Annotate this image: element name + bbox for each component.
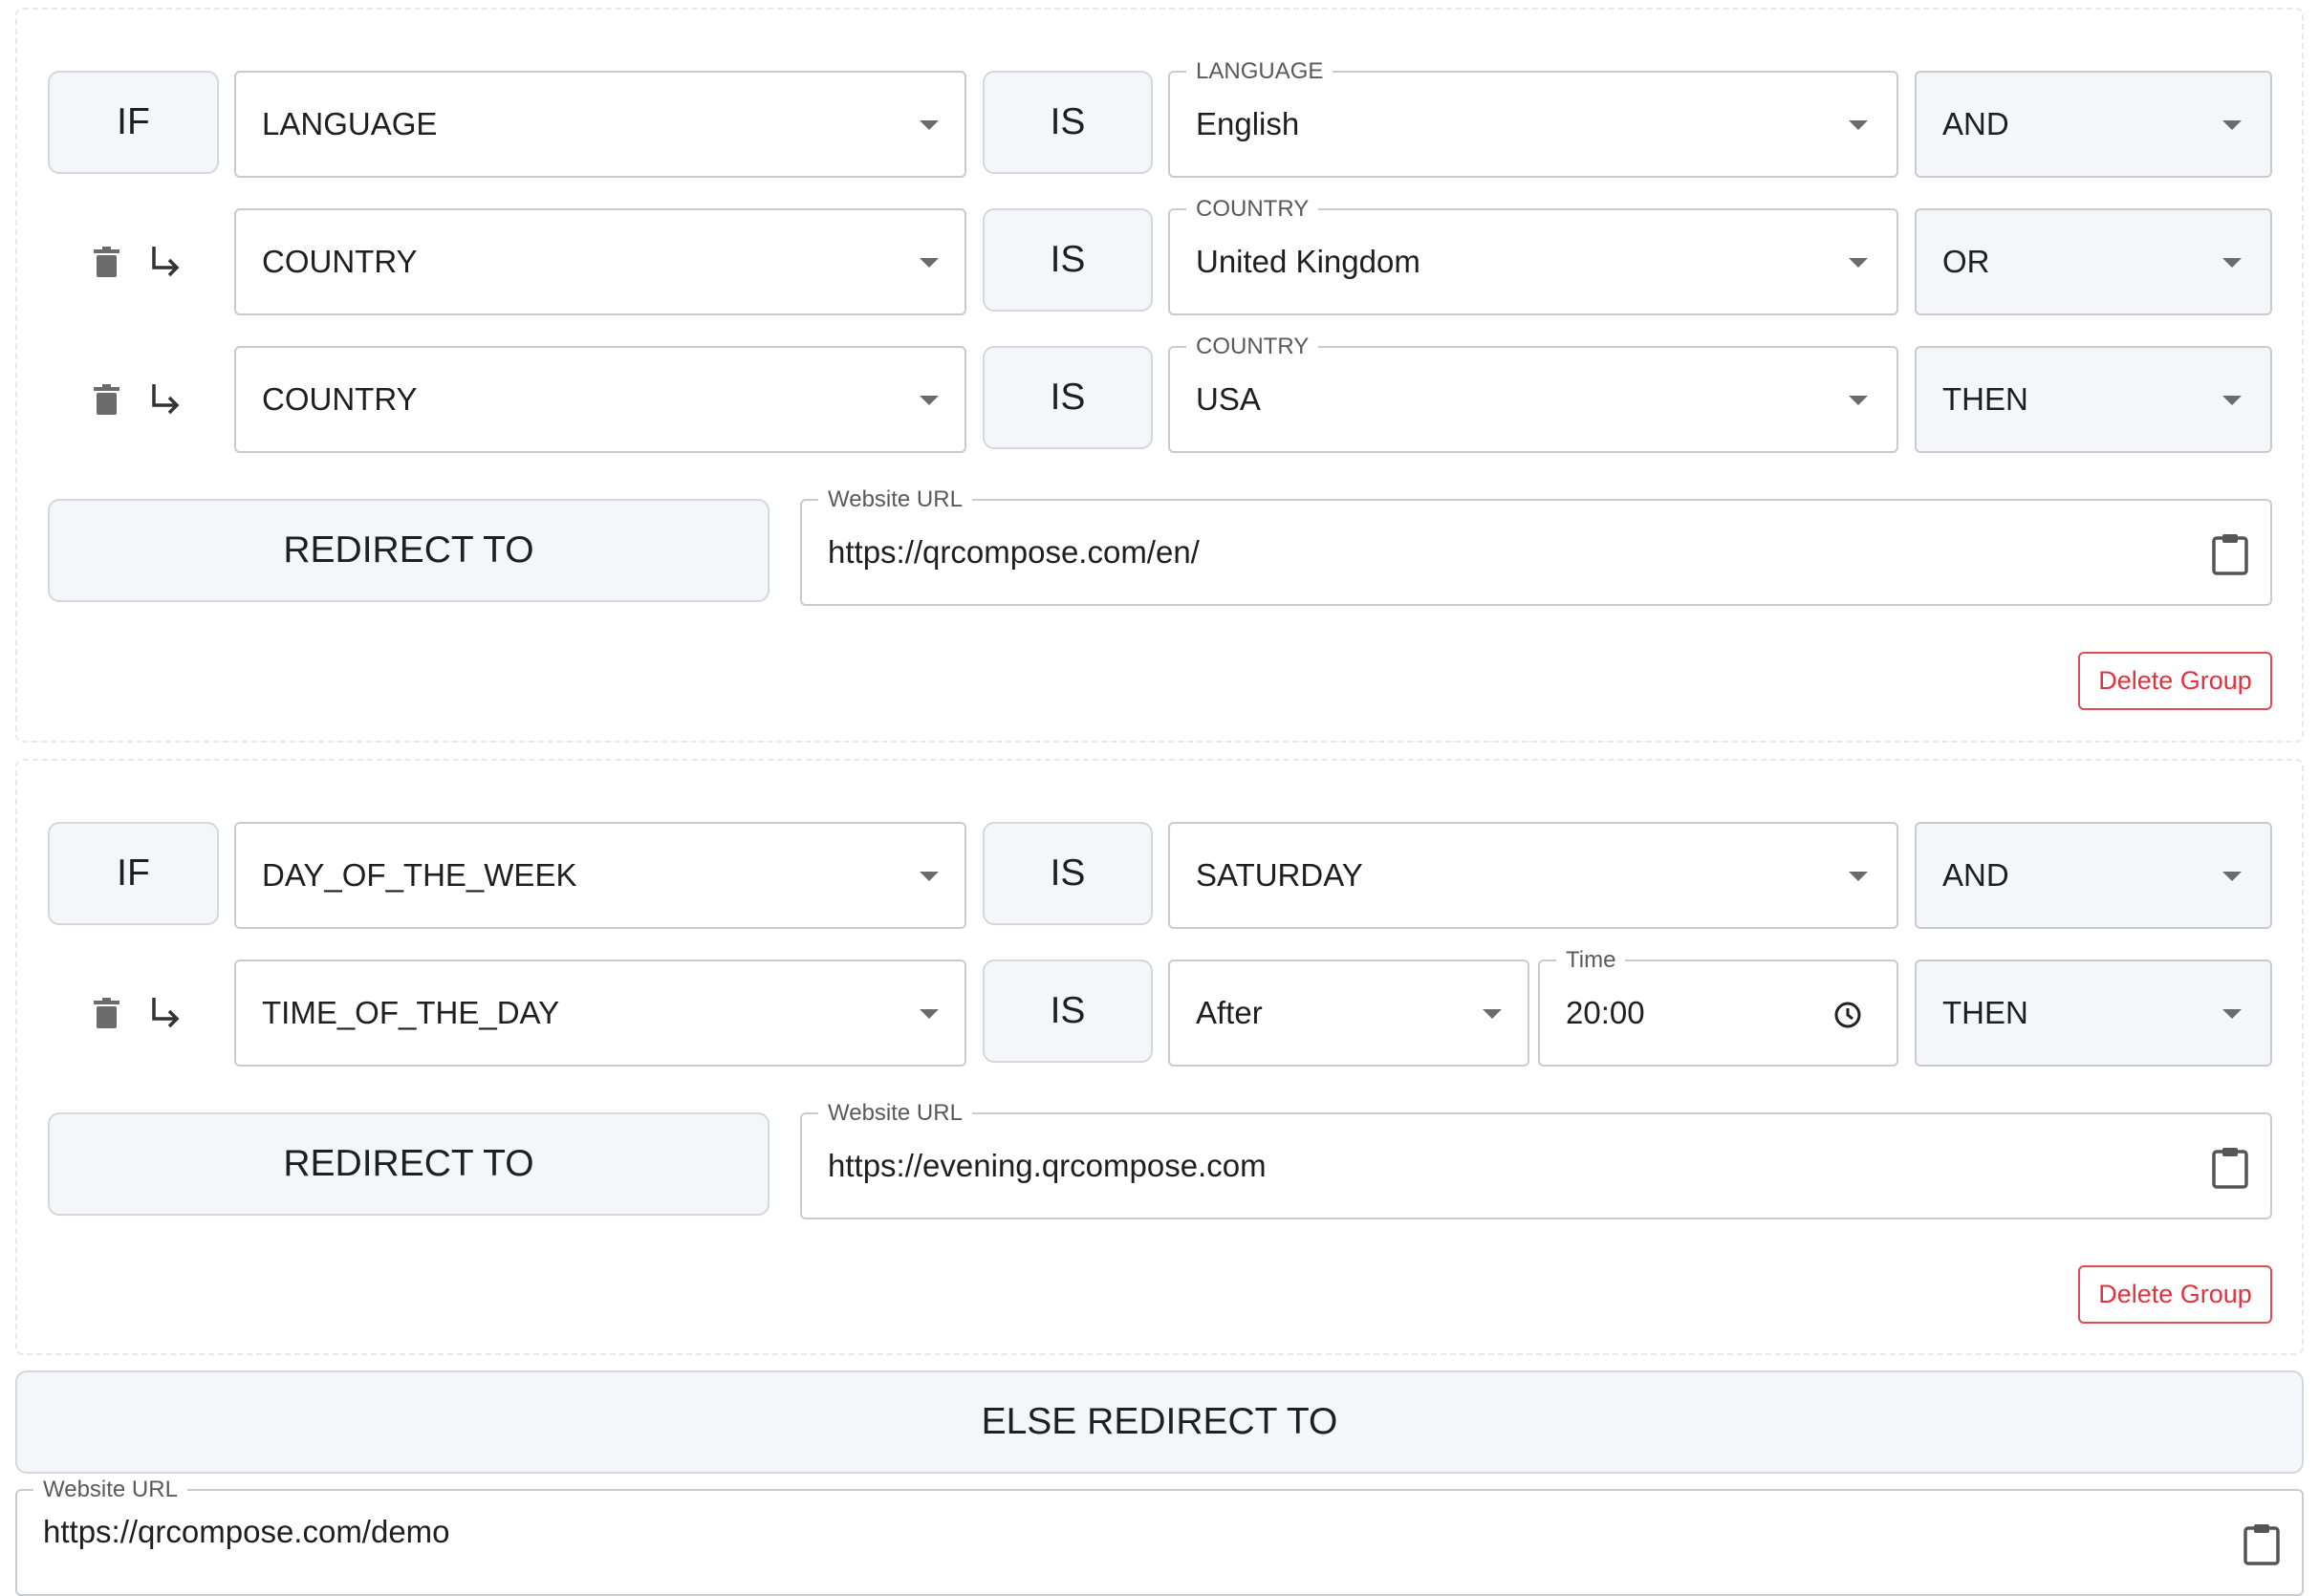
value-floating-label: COUNTRY xyxy=(1186,334,1319,359)
website-url-label: Website URL xyxy=(818,487,972,512)
subdirectory-arrow-icon xyxy=(148,996,183,1030)
connector-value: AND xyxy=(1942,857,2009,893)
operator-is: IS xyxy=(983,960,1153,1063)
operator-text: IS xyxy=(1050,239,1086,280)
website-url-label: Website URL xyxy=(33,1477,187,1502)
dropdown-arrow-icon xyxy=(1849,396,1868,405)
else-redirect-to-text: ELSE REDIRECT TO xyxy=(981,1401,1338,1442)
connector-value: AND xyxy=(1942,106,2009,141)
dropdown-arrow-icon xyxy=(1483,1009,1502,1019)
time-field[interactable]: Time 20:00 xyxy=(1538,948,1898,1067)
condition-value-text: SATURDAY xyxy=(1196,857,1363,893)
connector-value: THEN xyxy=(1942,995,2028,1030)
redirect-to-label: REDIRECT TO xyxy=(48,499,769,602)
condition-field-select[interactable]: LANGUAGE xyxy=(234,71,966,178)
website-url-value: https://evening.qrcompose.com xyxy=(828,1148,1267,1183)
clipboard-icon[interactable] xyxy=(2211,533,2249,575)
condition-field-value: COUNTRY xyxy=(262,381,418,417)
dropdown-arrow-icon xyxy=(2222,396,2242,405)
condition-field-select[interactable]: COUNTRY xyxy=(234,208,966,315)
dropdown-arrow-icon xyxy=(920,258,939,268)
operator-is: IS xyxy=(983,208,1153,312)
delete-group-text: Delete Group xyxy=(2098,1280,2252,1308)
else-website-url-field[interactable]: Website URL https://qrcompose.com/demo xyxy=(15,1477,2304,1596)
website-url-value: https://qrcompose.com/demo xyxy=(43,1514,450,1549)
condition-value-select[interactable]: LANGUAGE English xyxy=(1168,59,1898,178)
condition-value-text: USA xyxy=(1196,381,1261,417)
dropdown-arrow-icon xyxy=(1849,120,1868,130)
operator-text: IS xyxy=(1050,377,1086,418)
condition-value-select[interactable]: COUNTRY United Kingdom xyxy=(1168,197,1898,315)
website-url-field[interactable]: Website URL https://evening.qrcompose.co… xyxy=(800,1101,2272,1219)
subdirectory-arrow-icon xyxy=(148,245,183,279)
connector-value: THEN xyxy=(1942,381,2028,417)
dropdown-arrow-icon xyxy=(2222,258,2242,268)
delete-group-button[interactable]: Delete Group xyxy=(2078,1265,2272,1324)
comparator-select[interactable]: After xyxy=(1168,960,1529,1067)
trash-icon[interactable] xyxy=(94,247,119,277)
operator-text: IS xyxy=(1050,101,1086,142)
operator-is: IS xyxy=(983,346,1153,449)
time-value: 20:00 xyxy=(1566,995,1645,1030)
condition-value-text: United Kingdom xyxy=(1196,244,1420,279)
connector-value: OR xyxy=(1942,244,1990,279)
dropdown-arrow-icon xyxy=(920,396,939,405)
redirect-to-text: REDIRECT TO xyxy=(283,529,534,571)
connector-select[interactable]: THEN xyxy=(1915,960,2272,1067)
value-floating-label: COUNTRY xyxy=(1186,197,1319,222)
condition-value-select[interactable]: SATURDAY xyxy=(1168,822,1898,929)
operator-text: IS xyxy=(1050,990,1086,1031)
delete-group-text: Delete Group xyxy=(2098,666,2252,695)
time-floating-label: Time xyxy=(1556,948,1626,973)
condition-field-value: DAY_OF_THE_WEEK xyxy=(262,857,577,893)
condition-value-select[interactable]: COUNTRY USA xyxy=(1168,334,1898,453)
value-floating-label: LANGUAGE xyxy=(1186,59,1333,84)
condition-field-value: COUNTRY xyxy=(262,244,418,279)
trash-icon[interactable] xyxy=(94,998,119,1028)
dropdown-arrow-icon xyxy=(920,120,939,130)
if-label-text: IF xyxy=(117,101,150,142)
if-label: IF xyxy=(48,822,219,925)
redirect-to-label: REDIRECT TO xyxy=(48,1112,769,1216)
comparator-value: After xyxy=(1196,995,1263,1030)
website-url-label: Website URL xyxy=(818,1101,972,1126)
if-label-text: IF xyxy=(117,852,150,894)
condition-field-value: LANGUAGE xyxy=(262,106,438,141)
dropdown-arrow-icon xyxy=(2222,1009,2242,1019)
delete-group-button[interactable]: Delete Group xyxy=(2078,652,2272,710)
redirect-to-text: REDIRECT TO xyxy=(283,1143,534,1184)
website-url-value: https://qrcompose.com/en/ xyxy=(828,534,1200,570)
connector-select[interactable]: THEN xyxy=(1915,346,2272,453)
clipboard-icon[interactable] xyxy=(2211,1147,2249,1189)
condition-value-text: English xyxy=(1196,106,1300,141)
dropdown-arrow-icon xyxy=(2222,120,2242,130)
condition-field-select[interactable]: COUNTRY xyxy=(234,346,966,453)
connector-select[interactable]: AND xyxy=(1915,71,2272,178)
clock-icon[interactable] xyxy=(1833,1001,1862,1029)
condition-field-select[interactable]: TIME_OF_THE_DAY xyxy=(234,960,966,1067)
dropdown-arrow-icon xyxy=(920,1009,939,1019)
operator-is: IS xyxy=(983,822,1153,925)
if-label: IF xyxy=(48,71,219,174)
operator-text: IS xyxy=(1050,852,1086,894)
website-url-field[interactable]: Website URL https://qrcompose.com/en/ xyxy=(800,487,2272,606)
dropdown-arrow-icon xyxy=(1849,258,1868,268)
connector-select[interactable]: OR xyxy=(1915,208,2272,315)
trash-icon[interactable] xyxy=(94,384,119,415)
subdirectory-arrow-icon xyxy=(148,382,183,417)
condition-field-value: TIME_OF_THE_DAY xyxy=(262,995,560,1030)
condition-field-select[interactable]: DAY_OF_THE_WEEK xyxy=(234,822,966,929)
operator-is: IS xyxy=(983,71,1153,174)
else-redirect-to-label: ELSE REDIRECT TO xyxy=(15,1370,2304,1474)
dropdown-arrow-icon xyxy=(2222,872,2242,881)
connector-select[interactable]: AND xyxy=(1915,822,2272,929)
dropdown-arrow-icon xyxy=(1849,872,1868,881)
clipboard-icon[interactable] xyxy=(2243,1523,2281,1565)
dropdown-arrow-icon xyxy=(920,872,939,881)
